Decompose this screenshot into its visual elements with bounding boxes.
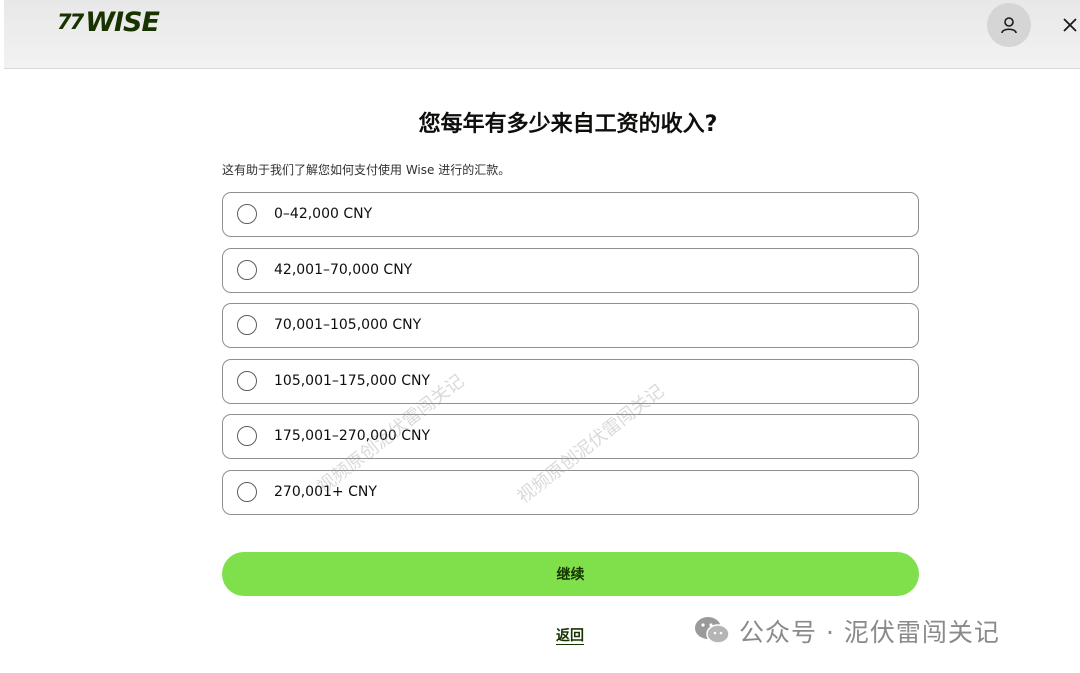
watermark-text: 公众号 · 泥伏雷闯关记 [739, 618, 1000, 647]
option-label: 0–42,000 CNY [274, 206, 373, 222]
main-content: 您每年有多少来自工资的收入? 这有助于我们了解您如何支付使用 Wise 进行的汇… [0, 70, 1080, 673]
income-option-6[interactable]: 270,001+ CNY [222, 469, 919, 515]
option-label: 42,001–70,000 CNY [274, 261, 413, 278]
option-label: 70,001–105,000 CNY [274, 317, 422, 334]
income-option-4[interactable]: 105,001–175,000 CNY [222, 358, 919, 404]
wise-logo-mark: 77 [57, 10, 84, 34]
income-option-5[interactable]: 175,001–270,000 CNY [222, 414, 919, 460]
wechat-watermark: 公众号 · 泥伏雷闯关记 [693, 613, 1000, 649]
page-title: 您每年有多少来自工资的收入? [418, 112, 718, 137]
income-option-1[interactable]: 0–42,000 CNY [222, 192, 919, 237]
radio-button[interactable] [237, 426, 257, 447]
wise-logo-text: WISE [85, 6, 160, 38]
account-button[interactable] [987, 3, 1031, 47]
close-button[interactable] [1054, 9, 1080, 41]
wechat-icon [695, 617, 730, 644]
radio-button[interactable] [237, 370, 257, 391]
radio-button[interactable] [237, 315, 257, 336]
option-label: 105,001–175,000 CNY [274, 372, 431, 389]
income-option-3[interactable]: 70,001–105,000 CNY [222, 303, 919, 349]
radio-button[interactable] [237, 481, 257, 502]
back-link[interactable]: 返回 [556, 625, 584, 645]
continue-button[interactable]: 继续 [222, 552, 919, 596]
page-subtitle: 这有助于我们了解您如何支付使用 Wise 进行的汇款。 [222, 163, 511, 177]
wise-logo[interactable]: 77 WISE [57, 6, 160, 38]
app-window: 77 WISE 您每年有多少来自工资的收入? 这有助于我们了解您如何支付使用 W… [0, 0, 1080, 673]
option-label: 270,001+ CNY [274, 483, 377, 500]
user-icon [1001, 17, 1017, 34]
radio-button[interactable] [237, 259, 257, 280]
income-option-2[interactable]: 42,001–70,000 CNY [222, 247, 919, 293]
top-bar: 77 WISE [4, 0, 1080, 69]
income-options: 0–42,000 CNY 42,001–70,000 CNY 70,001–10… [222, 192, 919, 526]
close-icon [1063, 18, 1077, 32]
option-label: 175,001–270,000 CNY [274, 428, 431, 445]
radio-button[interactable] [237, 204, 257, 224]
